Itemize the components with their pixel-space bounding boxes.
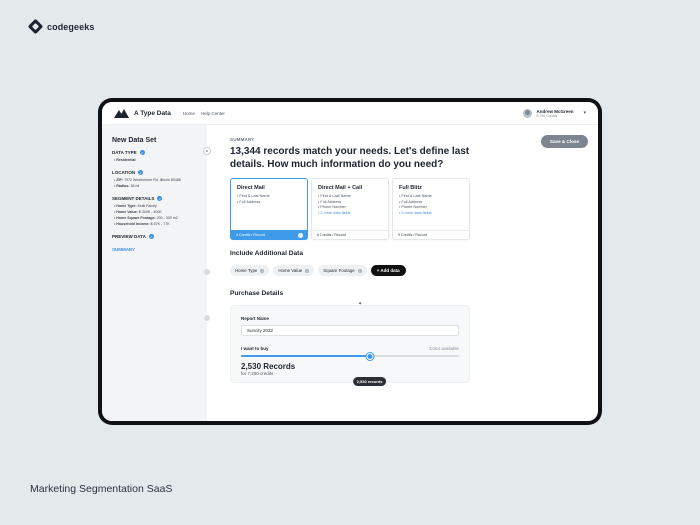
plan-feature: • Phone Number xyxy=(318,205,346,209)
records-slider[interactable] xyxy=(241,352,459,360)
plan-feature: • First & Last Name xyxy=(237,194,270,198)
list-item: • Home Square Footage: 200 - 300 m2 xyxy=(114,216,178,220)
purchase-details-title: Purchase Details xyxy=(230,290,284,297)
section-label: PREVIEW DATA xyxy=(112,234,146,239)
sidebar-section-preview-data[interactable]: PREVIEW DATA ✓ xyxy=(112,234,199,239)
slider-fill xyxy=(241,355,370,357)
report-name-input[interactable]: Suncity 2022 xyxy=(241,325,459,336)
app-screen: A Type Data Home Help Center Andrew McGr… xyxy=(102,102,598,421)
sidebar-title: New Data Set xyxy=(112,137,157,144)
brand-logo: codegeeks xyxy=(27,18,95,35)
remove-icon[interactable]: × xyxy=(357,268,362,273)
check-icon: ✓ xyxy=(157,196,163,201)
caption: Marketing Segmentation SaaS xyxy=(30,483,173,495)
list-item: • Home Value: $ 300K - 400K xyxy=(114,210,162,214)
list-item: • Home Type: Multi Family xyxy=(114,204,157,208)
plan-name: Direct Mail + Call xyxy=(318,185,363,191)
brand-name: codegeeks xyxy=(47,21,95,32)
chip-home-type[interactable]: Home Type × xyxy=(230,265,270,276)
chevron-down-icon[interactable]: ▾ xyxy=(583,110,586,116)
section-label: LOCATION xyxy=(112,170,136,175)
chip-home-value[interactable]: Home Value × xyxy=(273,265,315,276)
plan-name: Direct Mail xyxy=(237,185,265,191)
nav-home-link[interactable]: Home xyxy=(183,111,195,116)
plan-card-direct-mail-call[interactable]: Direct Mail + Call • First & Last Name •… xyxy=(311,178,389,240)
plan-price: 6 Credits / Record xyxy=(312,230,388,239)
chip-square-footage[interactable]: Square Footage × xyxy=(318,265,367,276)
slider-tooltip: 2,530 records xyxy=(352,377,387,386)
save-close-button[interactable]: Save & Close xyxy=(540,135,588,148)
app-title[interactable]: A Type Data xyxy=(134,110,171,117)
plan-card-direct-mail[interactable]: Direct Mail • First & Last Name • Full A… xyxy=(230,178,308,240)
check-icon: ✓ xyxy=(298,232,303,238)
plan-feature: • Full Address xyxy=(318,199,342,204)
check-icon: ✓ xyxy=(138,170,144,175)
plan-feature: • First & Last Name xyxy=(399,194,432,198)
sidebar: New Data Set DATA TYPE ✓ • Residential LO… xyxy=(102,125,211,421)
purchase-details-card: Report Name Suncity 2022 I want to buy 3… xyxy=(230,305,470,386)
section-label: DATA TYPE xyxy=(112,150,137,155)
plan-feature: • Full Address xyxy=(399,199,423,204)
plan-card-full-blitz[interactable]: Full Blitz • First & Last Name • Full Ad… xyxy=(392,178,470,240)
sidebar-section-location[interactable]: LOCATION ✓ • ZIP: 7972 Westheimer Rd, Ill… xyxy=(112,170,199,188)
user-credits: 8,750 Credits xyxy=(536,113,558,118)
additional-data-chips: Home Type × Home Value × Square Footage × +… xyxy=(230,265,598,276)
sidebar-section-segment-details[interactable]: SEGMENT DETAILS ✓ • Home Type: Multi Fami… xyxy=(112,196,199,226)
list-item: • Household Income: $ 67K - 77K xyxy=(114,222,170,226)
slider-handle[interactable] xyxy=(366,352,374,360)
sidebar-item-summary[interactable]: SUMMARY xyxy=(112,247,199,252)
check-icon: ✓ xyxy=(139,150,145,155)
add-data-button[interactable]: + Add data xyxy=(370,265,406,276)
nav-help-center-link[interactable]: Help Center xyxy=(201,111,225,116)
remove-icon[interactable]: × xyxy=(260,268,265,273)
plan-price: 4 Credits / Record ✓ xyxy=(231,230,307,239)
more-fields-link[interactable]: • 5 more data fields xyxy=(399,211,463,215)
main-content: Save & Close SUMMARY 13,344 records matc… xyxy=(207,125,598,421)
available-count: 3,064 available xyxy=(428,346,459,351)
page-title: 13,344 records match your needs. Let's d… xyxy=(230,146,470,170)
codegeeks-logo-icon xyxy=(27,18,44,35)
section-label: SEGMENT DETAILS xyxy=(112,196,155,201)
mountain-logo-icon xyxy=(114,108,130,118)
credits-cost: for 7,200 credits xyxy=(241,371,274,376)
laptop-frame: A Type Data Home Help Center Andrew McGr… xyxy=(98,98,602,425)
avatar xyxy=(523,108,533,118)
list-item: • ZIP: 7972 Westheimer Rd, Illinois 8548… xyxy=(114,178,181,182)
plan-options: Direct Mail • First & Last Name • Full A… xyxy=(230,178,598,240)
plan-feature: • Full Address xyxy=(237,199,261,204)
user-menu[interactable]: Andrew McGreen 8,750 Credits ▾ xyxy=(523,108,586,118)
records-count: 2,530 Records xyxy=(241,362,296,371)
plan-feature: • Phone Number xyxy=(399,205,427,209)
list-item: • Radius: 36 mi xyxy=(114,184,140,188)
additional-data-title: Include Additional Data xyxy=(230,250,304,257)
plan-feature: • First & Last Name xyxy=(318,194,351,198)
list-item: • Residential xyxy=(114,158,136,162)
plan-price: 9 Credits / Record xyxy=(393,230,469,239)
check-icon: ✓ xyxy=(148,234,154,239)
plan-name: Full Blitz xyxy=(399,185,422,191)
report-name-label: Report Name xyxy=(241,316,270,321)
more-fields-link[interactable]: • 2 more data fields xyxy=(318,211,382,215)
buy-label: I want to buy xyxy=(241,346,269,351)
top-nav-bar: A Type Data Home Help Center Andrew McGr… xyxy=(102,102,598,125)
remove-icon[interactable]: × xyxy=(305,268,310,273)
sidebar-section-data-type[interactable]: DATA TYPE ✓ • Residential xyxy=(112,150,199,162)
